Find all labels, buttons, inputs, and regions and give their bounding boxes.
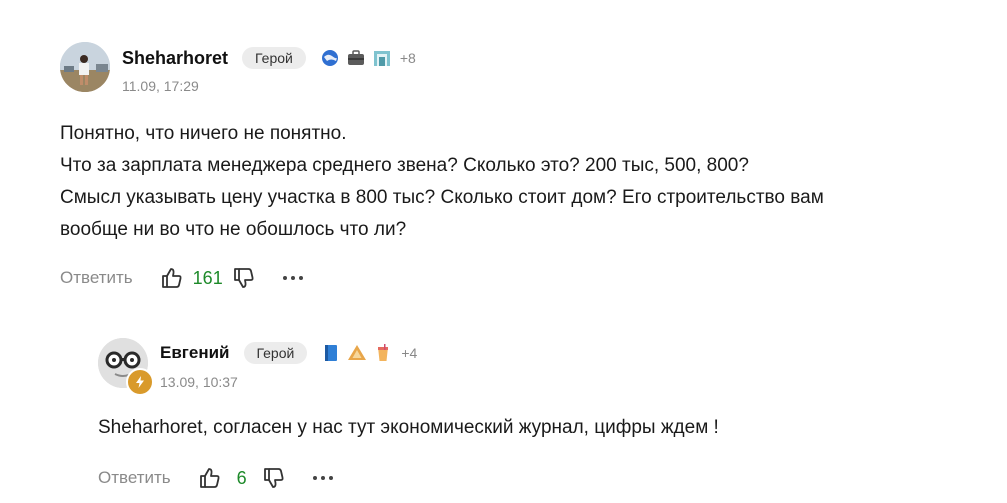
more-awards-count[interactable]: +8	[400, 50, 416, 66]
like-count: 161	[192, 267, 223, 288]
comment-date: 13.09, 10:37	[160, 374, 238, 390]
hero-badge[interactable]: Герой	[242, 47, 306, 69]
comment-actions: Ответить 6	[98, 464, 978, 492]
hero-badge[interactable]: Герой	[243, 342, 308, 364]
thumbs-up-icon[interactable]	[159, 265, 185, 291]
comment-text-line: Понятно, что ничего не понятно.	[60, 123, 347, 144]
comment-text-line: Смысл указывать цену участка в 800 тыс? …	[60, 187, 824, 208]
comment: Sheharhoret Герой +8 11.09, 17:29 Понятн…	[60, 42, 980, 292]
more-awards-count[interactable]: +4	[401, 345, 417, 361]
author-name[interactable]: Sheharhoret	[122, 48, 228, 69]
comment-actions: Ответить 161	[60, 264, 980, 292]
more-options-icon[interactable]	[312, 476, 333, 480]
thumbs-down-icon[interactable]	[231, 265, 257, 291]
cropped-heading-fragment	[200, 0, 240, 4]
avatar[interactable]	[60, 42, 110, 92]
thumbs-down-icon[interactable]	[261, 465, 287, 491]
building-award-icon[interactable]	[372, 48, 392, 68]
author-name[interactable]: Евгений	[160, 343, 230, 363]
comments-page: Sheharhoret Герой +8 11.09, 17:29 Понятн…	[0, 0, 1007, 503]
briefcase-award-icon[interactable]	[346, 48, 366, 68]
comment-date: 11.09, 17:29	[122, 78, 199, 94]
triangle-award-icon[interactable]	[347, 343, 367, 363]
reply-comment: Евгений Герой +4 13.09, 10:37 Sheharhore…	[98, 338, 978, 492]
comment-text-line: вообще ни во что не обошлось что ли?	[60, 219, 407, 240]
lightning-badge-icon	[126, 368, 154, 396]
comment-text: Sheharhoret, согласен у нас тут экономич…	[98, 412, 978, 444]
comment-text-line: Что за зарплата менеджера среднего звена…	[60, 155, 749, 176]
book-award-icon[interactable]	[321, 343, 341, 363]
like-count: 6	[236, 467, 247, 488]
comment-text-line: Sheharhoret, согласен у нас тут экономич…	[98, 417, 719, 438]
globe-award-icon[interactable]	[320, 48, 340, 68]
author-line: Sheharhoret Герой +8	[122, 46, 416, 70]
reply-button[interactable]: Ответить	[60, 268, 133, 288]
comment-header: Евгений Герой +4 13.09, 10:37	[98, 338, 978, 398]
thumbs-up-icon[interactable]	[197, 465, 223, 491]
comment-text: Понятно, что ничего не понятно. Что за з…	[60, 118, 980, 246]
drink-award-icon[interactable]	[373, 343, 393, 363]
more-options-icon[interactable]	[282, 276, 303, 280]
author-line: Евгений Герой +4	[160, 341, 417, 365]
reply-button[interactable]: Ответить	[98, 468, 171, 488]
comment-header: Sheharhoret Герой +8 11.09, 17:29	[60, 42, 980, 102]
